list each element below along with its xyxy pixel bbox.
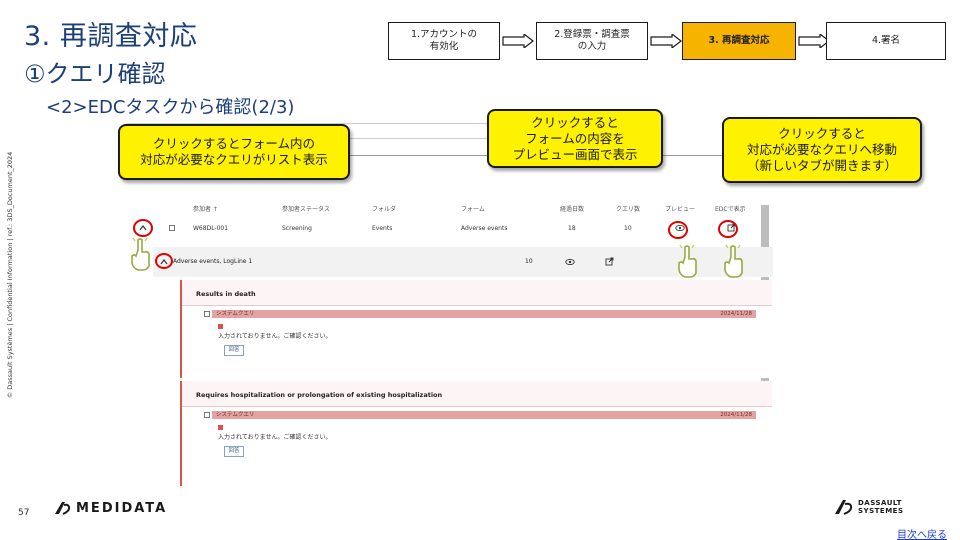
row-checkbox[interactable] [169, 225, 175, 231]
subrow-count: 10 [525, 258, 533, 265]
page-section-title: <2>EDCタスクから確認(2/3) [46, 97, 295, 118]
callout-query-list: クリックするとフォーム内の 対応が必要なクエリがリスト表示 [118, 124, 350, 180]
highlight-marker [718, 220, 738, 238]
cell-queries: 10 [624, 225, 632, 232]
dassault-logo: DASSAULT SYSTEMES [834, 498, 904, 516]
query-message: 入力されておりません。ご確認ください。 [218, 434, 332, 441]
column-header-folder: フォルダ [372, 206, 397, 213]
flow-arrow-icon [650, 34, 682, 48]
flow-step-1: 1.アカウントの 有効化 [388, 22, 500, 60]
answer-button[interactable]: 回答 [224, 446, 244, 457]
query-checkbox[interactable] [204, 412, 210, 418]
hand-pointer-icon [678, 244, 697, 278]
query-message: 入力されておりません。ご確認ください。 [218, 333, 332, 340]
query-date: 2024/11/28 [720, 311, 752, 317]
flow-step-4: 4.署名 [826, 22, 946, 60]
cell-form: Adverse events [461, 225, 508, 232]
flow-step-2: 2.登録票・調査票 の入力 [536, 22, 648, 60]
page-number: 57 [18, 508, 30, 518]
query-bar: システムクエリ 2024/11/28 [212, 310, 756, 318]
flag-icon [218, 324, 223, 329]
highlight-marker [155, 253, 173, 269]
cell-days: 18 [568, 225, 576, 232]
query-card: Results in death システムクエリ 2024/11/28 入力され… [180, 280, 772, 378]
flow-step-3-active: 3. 再調査対応 [682, 22, 796, 60]
process-flow: 1.アカウントの 有効化 2.登録票・調査票 の入力 3. 再調査対応 4.署名 [388, 22, 948, 60]
hand-pointer-icon [131, 237, 150, 271]
callout-preview: クリックすると フォームの内容を プレビュー画面で表示 [487, 109, 663, 168]
flow-arrow-icon [502, 34, 534, 48]
column-header-queries: クエリ数 [616, 206, 641, 213]
eye-icon[interactable] [565, 258, 575, 266]
query-card-heading: Requires hospitalization or prolongation… [182, 381, 772, 407]
cell-folder: Events [372, 225, 393, 232]
answer-button[interactable]: 回答 [224, 345, 244, 356]
highlight-marker [668, 221, 688, 239]
column-header-status: 参加者ステータス [282, 206, 331, 213]
confidential-note: © Dassault Systèmes | Confidential Infor… [6, 151, 14, 399]
column-header-subject[interactable]: 参加者 ↑ [193, 204, 218, 213]
column-header-edc: EDCで表示 [715, 206, 746, 213]
highlight-marker [133, 219, 153, 237]
query-date: 2024/11/28 [720, 412, 752, 418]
query-card: Requires hospitalization or prolongation… [180, 381, 772, 486]
query-card-heading: Results in death [182, 280, 772, 306]
page-title: 3. 再調査対応 [24, 21, 198, 52]
flag-icon [218, 425, 223, 430]
cell-status: Screening [282, 225, 312, 232]
external-link-icon[interactable] [605, 257, 614, 266]
callout-edc-link: クリックすると 対応が必要なクエリへ移動 （新しいタブが開きます） [722, 117, 922, 183]
query-bar: システムクエリ 2024/11/28 [212, 411, 756, 419]
query-checkbox[interactable] [204, 311, 210, 317]
hand-pointer-icon [724, 244, 743, 278]
ds-logo-icon [55, 502, 71, 515]
column-header-days: 経過日数 [560, 206, 585, 213]
ds-logo-icon [835, 500, 853, 515]
page-subtitle: ①クエリ確認 [24, 60, 166, 88]
cell-subject: W68DL-001 [193, 225, 229, 232]
column-header-form: フォーム [461, 206, 485, 213]
medidata-logo: MEDIDATA [54, 500, 167, 516]
back-to-toc-link[interactable]: 目次へ戻る [897, 526, 947, 540]
column-header-preview: プレビュー [665, 206, 696, 213]
subrow-label: Adverse events, LogLine 1 [173, 258, 253, 265]
